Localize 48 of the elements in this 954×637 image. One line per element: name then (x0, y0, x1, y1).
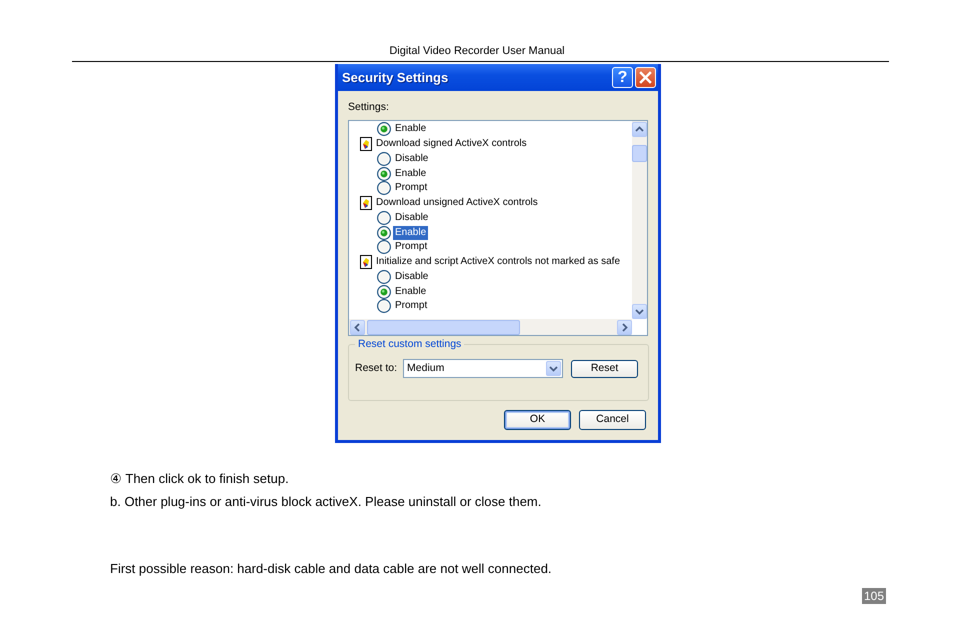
window-title: Security Settings (342, 68, 450, 87)
radio-button[interactable] (377, 299, 391, 314)
scroll-down-button[interactable] (632, 304, 647, 319)
settings-group-icon (360, 255, 372, 270)
radio-button[interactable] (377, 152, 391, 166)
option-label[interactable]: Disable (393, 270, 430, 284)
reset-label: Reset to: (355, 360, 398, 376)
option-label[interactable]: Prompt (393, 181, 430, 196)
option-label[interactable]: Enable (393, 226, 428, 240)
radio-button[interactable] (377, 240, 391, 254)
body-text: b. Other plug-ins or anti-virus block activeX. Please uninstall or close them. (110, 494, 542, 509)
reset-button[interactable]: Reset (571, 360, 638, 378)
scroll-left-button[interactable] (350, 320, 365, 334)
option-label[interactable]: Enable (393, 122, 428, 136)
option-label[interactable]: Prompt (393, 299, 430, 314)
scrollbar-thumb[interactable] (367, 320, 520, 334)
radio-button[interactable] (377, 210, 391, 225)
settings-group-icon (360, 196, 372, 210)
page-header: Digital Video Recorder User Manual (388, 44, 566, 58)
help-button[interactable]: ? (612, 67, 633, 88)
scroll-right-button[interactable] (617, 320, 632, 334)
settings-group-icon (360, 137, 372, 152)
settings-label: Settings: (348, 100, 390, 114)
dialog-button[interactable]: OK (504, 410, 571, 430)
scroll-up-button[interactable] (632, 122, 647, 137)
scrollbar-thumb[interactable] (632, 145, 647, 162)
dialog-button[interactable]: Cancel (579, 410, 646, 430)
option-label[interactable]: Disable (393, 210, 430, 225)
close-button[interactable] (635, 67, 656, 88)
radio-button[interactable] (377, 181, 391, 196)
close-icon (639, 71, 652, 84)
radio-button[interactable] (377, 270, 391, 284)
body-text: First possible reason: hard-disk cable and data cable are not well connected. (110, 561, 553, 576)
setting-heading: Download signed ActiveX controls (375, 137, 528, 152)
radio-button[interactable] (377, 284, 391, 299)
body-text: ④ Then click ok to finish setup. (110, 471, 290, 486)
setting-heading: Initialize and script ActiveX controls not marked as safe (375, 255, 622, 270)
radio-button[interactable] (377, 226, 391, 240)
option-label[interactable]: Disable (393, 152, 430, 166)
radio-button[interactable] (377, 166, 391, 181)
option-label[interactable]: Prompt (393, 240, 430, 254)
setting-heading: Download unsigned ActiveX controls (375, 196, 539, 210)
group-legend: Reset custom settings (355, 338, 464, 351)
page-number: 105 (862, 588, 886, 604)
radio-button[interactable] (377, 122, 391, 136)
reset-dropdown[interactable]: Medium (403, 359, 564, 378)
option-label[interactable]: Enable (393, 166, 428, 181)
option-label[interactable]: Enable (393, 284, 428, 299)
